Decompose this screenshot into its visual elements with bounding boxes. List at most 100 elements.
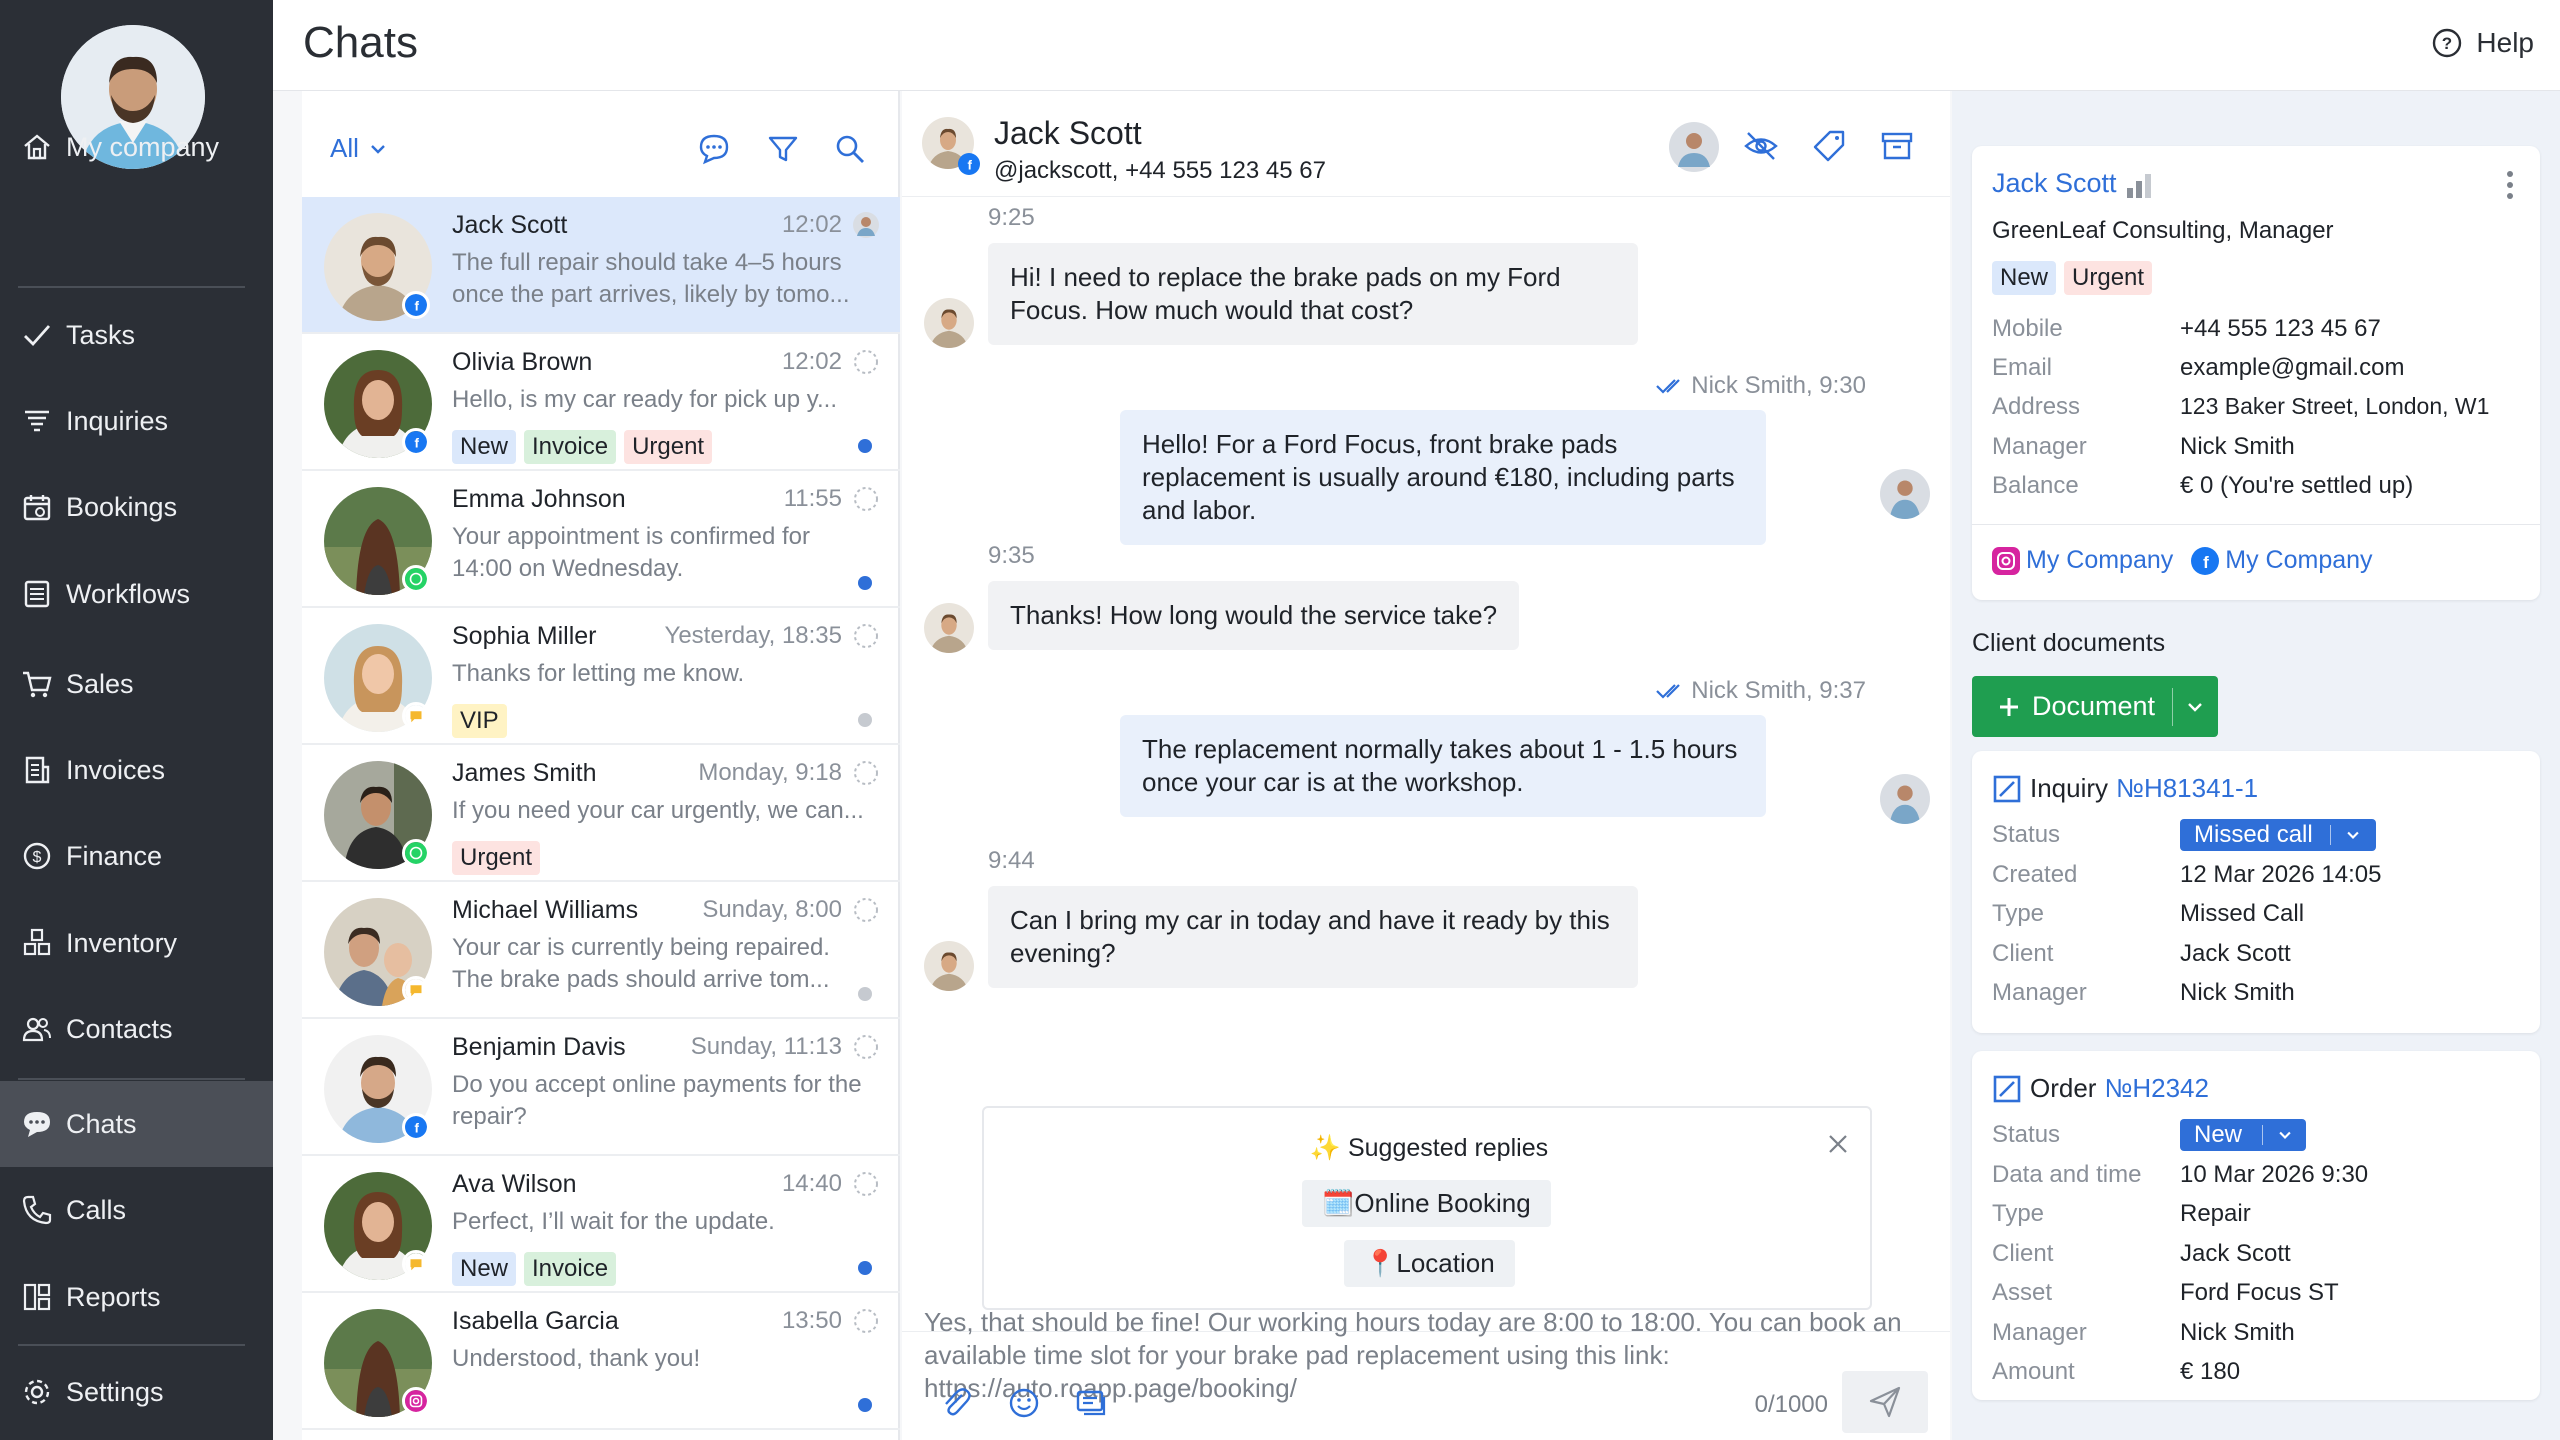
templates-icon[interactable] [1074, 1385, 1110, 1421]
sidebar-item-inquiries[interactable]: Inquiries [0, 388, 273, 454]
document-icon [24, 580, 50, 608]
inquiry-client: Jack Scott [2180, 940, 2291, 967]
chat-time: 12:02 [781, 211, 842, 238]
svg-text:$: $ [33, 849, 42, 866]
cart-icon [23, 671, 52, 698]
field-label: Balance [1992, 472, 2079, 499]
sidebar-divider [18, 1344, 245, 1346]
conversation-panel: f Jack Scott @jackscott, +44 555 123 45 … [902, 91, 1950, 1440]
client-details-panel: Jack Scott GreenLeaf Consulting, Manager… [1952, 91, 2560, 1440]
double-check-icon [1656, 379, 1681, 394]
archive-icon[interactable] [1878, 127, 1916, 165]
chat-time: Yesterday, 18:35 [664, 622, 842, 649]
status-divider [2262, 1125, 2263, 1145]
new-chat-icon[interactable] [696, 131, 732, 167]
help-button[interactable]: ? Help [2430, 26, 2534, 60]
chat-preview: Understood, thank you! [452, 1345, 701, 1372]
gear-icon [24, 1379, 50, 1405]
sidebar-item-label: Reports [66, 1281, 161, 1312]
filter-label: All [330, 133, 359, 163]
sidebar-item-finance[interactable]: $ Finance [0, 823, 273, 889]
sidebar-item-reports[interactable]: Reports [0, 1264, 273, 1330]
order-type: Repair [2180, 1200, 2251, 1227]
chat-row-emma-johnson[interactable]: Emma Johnson 11:55 Your appointment is c… [302, 471, 900, 608]
instagram-company-link[interactable]: My Company [2026, 546, 2173, 575]
chat-name: Emma Johnson [452, 485, 626, 513]
order-status-dropdown[interactable]: New [2180, 1119, 2306, 1151]
check-icon [24, 325, 51, 347]
sidebar-item-workflows[interactable]: Workflows [0, 561, 273, 627]
incoming-message: Hi! I need to replace the brake pads on … [988, 243, 1638, 345]
tag-icon[interactable] [1810, 127, 1848, 165]
inquiry-manager: Nick Smith [2180, 979, 2295, 1006]
chat-row-sophia-miller[interactable]: Sophia Miller Yesterday, 18:35 Thanks fo… [302, 608, 900, 745]
chat-time: 14:40 [781, 1170, 842, 1197]
sidebar-item-settings[interactable]: Settings [0, 1359, 273, 1425]
filter-dropdown[interactable]: All [330, 133, 389, 164]
sidebar-item-tasks[interactable]: Tasks [0, 302, 273, 368]
order-number-link[interactable]: №H2342 [2104, 1073, 2209, 1104]
unassigned-icon [854, 1035, 878, 1059]
chat-preview: The full repair should take 4–5 hours on… [452, 249, 850, 308]
unassigned-icon [854, 1309, 878, 1333]
message-meta: Nick Smith, 9:30 [1655, 372, 1866, 400]
emoji-icon[interactable] [1006, 1385, 1042, 1421]
home-icon [24, 134, 50, 160]
sidebar-item-label: Sales [66, 668, 134, 699]
chat-row-olivia-brown[interactable]: f Olivia Brown 12:02 Hello, is my car re… [302, 334, 900, 471]
chat-row-jack-scott[interactable]: f Jack Scott 12:02 The full repair shoul… [302, 197, 900, 334]
sidebar-item-contacts[interactable]: Contacts [0, 996, 273, 1062]
incoming-message: Thanks! How long would the service take? [988, 581, 1520, 650]
incoming-message: Can I bring my car in today and have it … [988, 886, 1638, 988]
order-manager: Nick Smith [2180, 1319, 2295, 1346]
search-icon[interactable] [832, 131, 868, 167]
assignee-avatar[interactable] [1668, 121, 1720, 173]
attachment-icon[interactable] [938, 1385, 974, 1421]
client-name-link[interactable]: Jack Scott [1992, 168, 2117, 199]
chevron-down-icon[interactable] [2184, 696, 2206, 718]
chat-row-isabella-garcia[interactable]: Isabella Garcia 13:50 Understood, thank … [302, 1293, 900, 1430]
facebook-company-link[interactable]: My Company [2225, 546, 2372, 575]
send-button[interactable] [1842, 1371, 1928, 1433]
svg-text:f: f [415, 436, 420, 451]
add-document-button[interactable]: Document [1972, 676, 2218, 737]
sidebar-item-invoices[interactable]: Invoices [0, 737, 273, 803]
order-asset: Ford Focus ST [2180, 1279, 2339, 1306]
filter-icon[interactable] [765, 131, 801, 167]
boxes-icon [23, 928, 51, 956]
chat-name: Isabella Garcia [452, 1307, 619, 1335]
inquiry-header: Inquiry №H81341-1 [1992, 773, 2258, 804]
more-vertical-icon[interactable] [2502, 168, 2518, 202]
field-label: Created [1992, 861, 2078, 888]
sidebar-item-bookings[interactable]: Bookings [0, 474, 273, 540]
client-balance: € 0 (You're settled up) [2180, 472, 2414, 499]
tag-vip: VIP [452, 704, 507, 738]
sidebar-item-chats[interactable]: Chats [0, 1081, 273, 1167]
inquiry-status-dropdown[interactable]: Missed call [2180, 819, 2376, 851]
suggested-reply-location[interactable]: 📍Location [1344, 1240, 1515, 1287]
chat-preview: Your car is currently being repaired. Th… [452, 934, 830, 993]
sidebar-item-my-company[interactable]: My company [0, 114, 273, 180]
chat-widget-icon [402, 702, 430, 730]
sidebar-item-calls[interactable]: Calls [0, 1177, 273, 1243]
field-label: Manager [1992, 1319, 2087, 1346]
help-icon: ? [2433, 28, 2462, 58]
chat-row-benjamin-davis[interactable]: f Benjamin Davis Sunday, 11:13 Do you ac… [302, 1019, 900, 1156]
contact-avatar [924, 603, 974, 653]
sidebar-item-label: Finance [66, 840, 163, 871]
card-divider [1972, 524, 2540, 525]
chat-row-james-smith[interactable]: James Smith Monday, 9:18 If you need you… [302, 745, 900, 882]
chat-row-ava-wilson[interactable]: Ava Wilson 14:40 Perfect, I’ll wait for … [302, 1156, 900, 1293]
client-email[interactable]: example@gmail.com [2180, 354, 2404, 382]
facebook-icon: f [958, 153, 980, 175]
close-icon[interactable] [1824, 1130, 1852, 1158]
inquiry-number-link[interactable]: №H81341-1 [2116, 773, 2258, 804]
chat-row-michael-williams[interactable]: Michael Williams Sunday, 8:00 Your car i… [302, 882, 900, 1019]
sidebar-item-inventory[interactable]: Inventory [0, 910, 273, 976]
sidebar-item-sales[interactable]: Sales [0, 651, 273, 717]
unassigned-icon [854, 624, 878, 648]
client-mobile[interactable]: +44 555 123 45 67 [2180, 315, 2381, 343]
suggested-reply-online-booking[interactable]: 🗓️Online Booking [1302, 1180, 1551, 1227]
signal-bars-icon [2127, 174, 2151, 198]
hide-eye-icon[interactable] [1742, 127, 1780, 165]
